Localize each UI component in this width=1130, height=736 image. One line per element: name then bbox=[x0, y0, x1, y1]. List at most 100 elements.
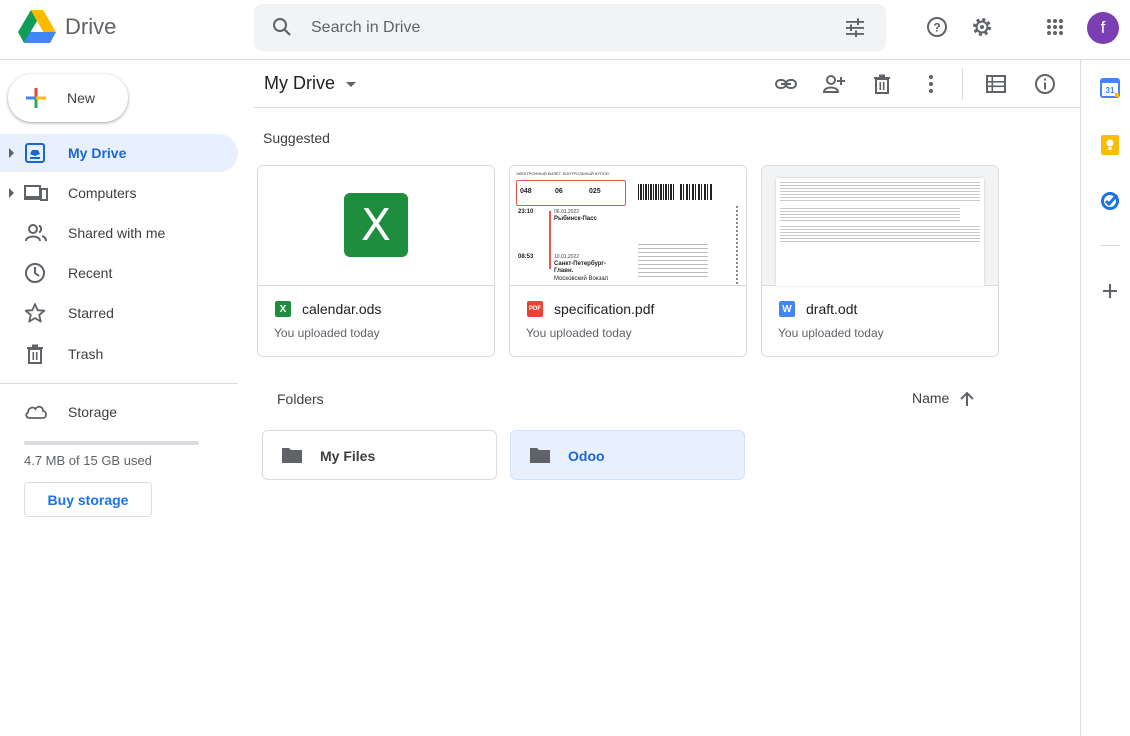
buy-storage-button[interactable]: Buy storage bbox=[24, 482, 152, 517]
spreadsheet-letter: X bbox=[360, 199, 392, 251]
file-subtitle: You uploaded today bbox=[778, 326, 884, 340]
storage-progress-bar bbox=[24, 441, 199, 445]
suggested-file-card[interactable]: X X calendar.ods You uploaded today bbox=[257, 165, 495, 357]
sidebar-item-label: Computers bbox=[68, 185, 137, 201]
sidebar-item-storage[interactable]: Storage bbox=[0, 393, 238, 431]
spreadsheet-icon: X bbox=[275, 301, 291, 317]
search-bar[interactable]: Search in Drive bbox=[254, 4, 886, 51]
folder-icon bbox=[281, 446, 303, 464]
keep-icon[interactable] bbox=[1100, 135, 1120, 155]
my-drive-icon bbox=[24, 142, 46, 164]
folder-item[interactable]: My Files bbox=[262, 430, 497, 480]
sidebar-item-label: Trash bbox=[68, 346, 104, 362]
storage-used-text: 4.7 MB of 15 GB used bbox=[24, 453, 152, 468]
new-button-label: New bbox=[67, 90, 96, 106]
folder-icon bbox=[529, 446, 551, 464]
sidebar-item-starred[interactable]: Starred bbox=[0, 294, 238, 332]
file-thumbnail bbox=[762, 166, 998, 286]
info-icon[interactable] bbox=[1033, 72, 1057, 96]
side-panel-divider bbox=[1100, 245, 1120, 246]
sidebar-item-label: Recent bbox=[68, 265, 113, 281]
folder-name: My Files bbox=[320, 448, 376, 464]
arrival-date: 10.01.2022 bbox=[554, 254, 580, 260]
help-icon[interactable]: ? bbox=[922, 12, 952, 42]
suggested-file-card[interactable]: W draft.odt You uploaded today bbox=[761, 165, 999, 357]
toolbar-divider bbox=[962, 68, 963, 100]
document-text-lines bbox=[780, 182, 980, 202]
add-plus-icon[interactable] bbox=[1100, 281, 1120, 301]
sidebar-item-recent[interactable]: Recent bbox=[0, 254, 238, 292]
pdf-icon: PDF bbox=[527, 301, 543, 317]
sidebar-item-trash[interactable]: Trash bbox=[0, 335, 238, 373]
arrival-substation: Московский Вокзал bbox=[554, 276, 609, 282]
file-subtitle: You uploaded today bbox=[274, 326, 380, 340]
sidebar-item-label: Starred bbox=[68, 305, 114, 321]
suggested-heading: Suggested bbox=[263, 130, 330, 146]
page-title[interactable]: My Drive bbox=[264, 73, 335, 94]
more-options-icon[interactable] bbox=[919, 72, 943, 96]
clock-icon bbox=[24, 262, 46, 284]
shared-people-icon bbox=[24, 222, 48, 244]
arrival-station: Санкт-Петербург-Главн. bbox=[554, 261, 606, 274]
cloud-icon bbox=[24, 401, 48, 423]
calendar-icon[interactable]: 31 bbox=[1100, 78, 1120, 98]
expand-arrow-icon[interactable] bbox=[9, 188, 14, 198]
expand-arrow-icon[interactable] bbox=[9, 148, 14, 158]
document-text-lines bbox=[780, 208, 960, 222]
search-icon[interactable] bbox=[272, 17, 292, 37]
new-button[interactable]: New bbox=[8, 74, 128, 122]
ticket-code-box: 048 06 025 bbox=[516, 180, 626, 206]
ticket-code: 048 bbox=[520, 188, 532, 195]
link-icon[interactable] bbox=[774, 72, 798, 96]
search-options-icon[interactable] bbox=[844, 17, 866, 39]
search-input[interactable]: Search in Drive bbox=[311, 19, 420, 37]
suggested-file-card[interactable]: ЭЛЕКТРОННЫЙ БИЛЕТ. КОНТРОЛЬНЫЙ КУПОН 048… bbox=[509, 165, 747, 357]
document-text-lines bbox=[780, 226, 980, 244]
ticket-code: 025 bbox=[589, 188, 601, 195]
departure-date: 06.01.2022 bbox=[554, 209, 580, 215]
settings-gear-icon[interactable] bbox=[967, 12, 997, 42]
top-header: Drive Search in Drive ? f bbox=[0, 0, 1130, 60]
apps-grid-icon[interactable] bbox=[1040, 12, 1070, 42]
file-thumbnail: ЭЛЕКТРОННЫЙ БИЛЕТ. КОНТРОЛЬНЫЙ КУПОН 048… bbox=[510, 166, 746, 286]
sidebar-item-label: Shared with me bbox=[68, 225, 166, 241]
title-dropdown-icon[interactable] bbox=[346, 82, 356, 87]
tasks-icon[interactable] bbox=[1100, 191, 1120, 211]
arrival-time: 08:53 bbox=[518, 254, 534, 260]
route-line bbox=[549, 211, 551, 269]
document-icon: W bbox=[779, 301, 795, 317]
sort-arrow-up-icon[interactable] bbox=[959, 391, 975, 407]
account-avatar[interactable]: f bbox=[1087, 12, 1119, 44]
document-page-preview bbox=[776, 178, 984, 286]
sidebar-item-my-drive[interactable]: My Drive bbox=[0, 134, 238, 172]
file-name: specification.pdf bbox=[554, 301, 655, 317]
list-view-icon[interactable] bbox=[984, 72, 1008, 96]
sidebar-divider bbox=[0, 383, 238, 384]
drive-logo-icon[interactable] bbox=[18, 10, 56, 44]
ticket-body-text bbox=[638, 244, 708, 280]
svg-text:31: 31 bbox=[1106, 86, 1115, 95]
spreadsheet-large-icon: X bbox=[344, 193, 408, 257]
app-name[interactable]: Drive bbox=[65, 14, 116, 40]
folders-heading: Folders bbox=[277, 391, 324, 407]
svg-text:?: ? bbox=[933, 21, 940, 35]
plus-icon bbox=[24, 86, 48, 110]
ticket-code: 06 bbox=[555, 188, 563, 195]
delete-trash-icon[interactable] bbox=[870, 72, 894, 96]
side-apps-panel: 31 bbox=[1080, 60, 1130, 736]
main-toolbar: My Drive bbox=[254, 60, 1080, 108]
ticket-header: ЭЛЕКТРОННЫЙ БИЛЕТ. КОНТРОЛЬНЫЙ КУПОН bbox=[516, 171, 609, 176]
sort-by-name-button[interactable]: Name bbox=[912, 390, 949, 406]
trash-icon bbox=[24, 343, 46, 365]
folder-item-selected[interactable]: Odoo bbox=[510, 430, 745, 480]
sidebar-item-computers[interactable]: Computers bbox=[0, 174, 238, 212]
barcode bbox=[638, 184, 674, 200]
sidebar-item-label: Storage bbox=[68, 404, 118, 420]
star-icon bbox=[24, 302, 46, 324]
folder-name: Odoo bbox=[568, 448, 605, 464]
departure-time: 23:10 bbox=[518, 209, 534, 215]
share-add-person-icon[interactable] bbox=[822, 72, 846, 96]
ticket-side-edge bbox=[736, 206, 738, 285]
sidebar-item-shared[interactable]: Shared with me bbox=[0, 214, 238, 252]
computers-icon bbox=[24, 182, 48, 204]
